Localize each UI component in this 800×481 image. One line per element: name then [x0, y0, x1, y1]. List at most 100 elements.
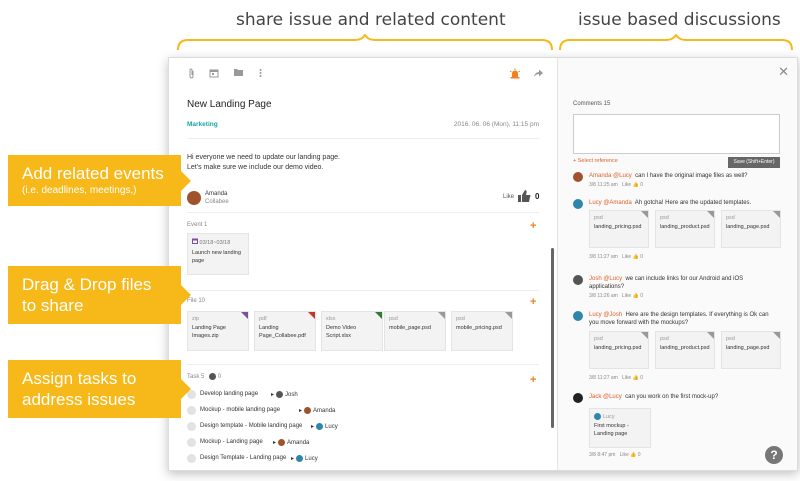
file-ext: psd: [594, 215, 603, 221]
attachment-card[interactable]: psd landing_product.psd: [655, 210, 715, 248]
file-card[interactable]: pdf Landing Page_Collabee.pdf: [254, 311, 316, 351]
comment-body: Ah gotcha! Here are the updated template…: [634, 200, 752, 206]
task-checkbox[interactable]: [187, 422, 196, 431]
issue-body-line: Hi everyone we need to update our landin…: [187, 154, 340, 161]
event-title: Launch new landing page: [192, 250, 241, 264]
task-checkbox[interactable]: [187, 438, 196, 447]
comments-count: Comments 15: [573, 101, 611, 107]
avatar[interactable]: [573, 275, 583, 285]
comment-author[interactable]: Lucy @Amanda: [589, 200, 632, 206]
comment-author[interactable]: Jack @Lucy: [589, 394, 622, 400]
issue-tag[interactable]: Marketing: [187, 121, 218, 128]
select-reference-link[interactable]: + Select reference: [573, 158, 618, 164]
add-task-button[interactable]: +: [530, 374, 536, 386]
event-date: 03/18~03/18: [192, 238, 244, 246]
folder-icon[interactable]: [233, 68, 244, 80]
issue-body: Hi everyone we need to update our landin…: [187, 153, 340, 173]
file-card[interactable]: psd mobile_pricing.psd: [451, 311, 513, 351]
comment-like[interactable]: Like: [622, 182, 631, 188]
header-issue-discussions: issue based discussions: [578, 10, 781, 30]
avatar[interactable]: [573, 311, 583, 321]
callout-title: Add related events: [22, 164, 164, 183]
thumbs-up-icon[interactable]: [517, 189, 531, 203]
comment-text: Amanda @Lucy can I have the original ima…: [589, 172, 779, 180]
comment-likes: 0: [640, 293, 643, 299]
comment-likes: 0: [640, 254, 643, 260]
comment-like[interactable]: Like: [622, 375, 631, 381]
file-card[interactable]: xlsx Demo Video Script.xlsx: [321, 311, 383, 351]
file-ext: xlsx: [326, 316, 336, 322]
comment-likes: 0: [637, 452, 641, 458]
comment-author[interactable]: Lucy @Josh: [589, 312, 622, 318]
comment-meta: 3/8 11:26 am Like 👍 0: [589, 293, 643, 299]
comment-time: 3/8 11:25 am: [589, 182, 618, 188]
file-card[interactable]: zip Landing Page Images.zip: [187, 311, 249, 351]
avatar: [316, 423, 324, 430]
comment-time: 3/8 11:27 am: [589, 375, 618, 381]
file-ext: psd: [660, 336, 669, 342]
scrollbar[interactable]: [551, 248, 554, 428]
file-corner: [773, 211, 780, 218]
comment-time: 3/8 11:26 am: [589, 293, 618, 299]
comment-text: Lucy @Amanda Ah gotcha! Here are the upd…: [589, 199, 779, 207]
comment-meta: 3/8 8:47 pm Like 👍 0: [589, 452, 641, 458]
callout-title: Assign tasks to address issues: [22, 369, 137, 409]
attachment-card[interactable]: psd landing_pricing.psd: [589, 210, 649, 248]
tasks-done-count: 0: [217, 374, 222, 381]
file-name: Demo Video Script.xlsx: [326, 325, 357, 339]
file-ext: psd: [726, 336, 735, 342]
attachment-card[interactable]: psd landing_page.psd: [721, 331, 781, 369]
comment-likes: 0: [640, 182, 643, 188]
comment-author[interactable]: Josh @Lucy: [589, 276, 622, 282]
task-checkbox[interactable]: [187, 454, 196, 463]
save-comment-button[interactable]: Save (Shift+Enter): [728, 157, 780, 168]
like-count: 0: [535, 192, 540, 201]
issue-title: New Landing Page: [187, 99, 272, 110]
avatar[interactable]: [573, 393, 583, 403]
attach-icon[interactable]: [187, 68, 196, 82]
comment-like[interactable]: Like: [622, 293, 631, 299]
file-corner: [308, 312, 315, 319]
file-corner: [641, 211, 648, 218]
avatar[interactable]: [573, 172, 583, 182]
file-name: Landing Page_Collabee.pdf: [259, 325, 306, 339]
task-label: Develop landing page: [200, 391, 259, 397]
issue-body-line: Let's make sure we include our demo vide…: [187, 164, 324, 171]
reference-title: First mockup - Landing page: [594, 423, 629, 437]
comment-author[interactable]: Amanda @Lucy: [589, 173, 632, 179]
avatar: [276, 391, 284, 398]
calendar-icon[interactable]: [209, 68, 219, 81]
task-label: Design template - Mobile landing page: [200, 423, 303, 429]
alarm-icon[interactable]: [509, 68, 521, 83]
check-icon: [209, 373, 217, 380]
task-reference-card[interactable]: Lucy First mockup - Landing page: [589, 408, 651, 448]
file-corner: [641, 332, 648, 339]
comment-like[interactable]: Like: [622, 254, 631, 260]
help-button[interactable]: ?: [765, 446, 783, 464]
attachment-card[interactable]: psd landing_product.psd: [655, 331, 715, 369]
task-checkbox[interactable]: [187, 406, 196, 415]
brace-left: [177, 34, 553, 51]
task-assignee: ▸ Lucy: [291, 455, 318, 463]
assignee-name: Josh: [285, 392, 298, 399]
event-card[interactable]: 03/18~03/18 Launch new landing page: [187, 233, 249, 275]
add-event-button[interactable]: +: [530, 220, 536, 232]
callout-title: Drag & Drop files to share: [22, 275, 152, 315]
avatar[interactable]: [187, 191, 201, 205]
comment-like[interactable]: Like: [620, 452, 629, 458]
file-name: landing_pricing.psd: [594, 345, 642, 351]
share-icon[interactable]: [533, 68, 544, 81]
task-label: Design Template - Landing page: [200, 455, 287, 461]
close-icon[interactable]: ✕: [778, 64, 789, 80]
divider: [187, 290, 539, 291]
more-icon[interactable]: [259, 68, 262, 81]
file-card[interactable]: psd mobile_page.psd: [384, 311, 446, 351]
avatar[interactable]: [573, 199, 583, 209]
attachment-card[interactable]: psd landing_page.psd: [721, 210, 781, 248]
comment-input[interactable]: [573, 114, 780, 154]
reference-user-name: Lucy: [603, 413, 615, 420]
issue-pane: New Landing Page Marketing 2016. 06. 06 …: [169, 58, 557, 470]
task-label: Mockup - mobile landing page: [200, 407, 281, 413]
add-file-button[interactable]: +: [530, 296, 536, 308]
attachment-card[interactable]: psd landing_pricing.psd: [589, 331, 649, 369]
